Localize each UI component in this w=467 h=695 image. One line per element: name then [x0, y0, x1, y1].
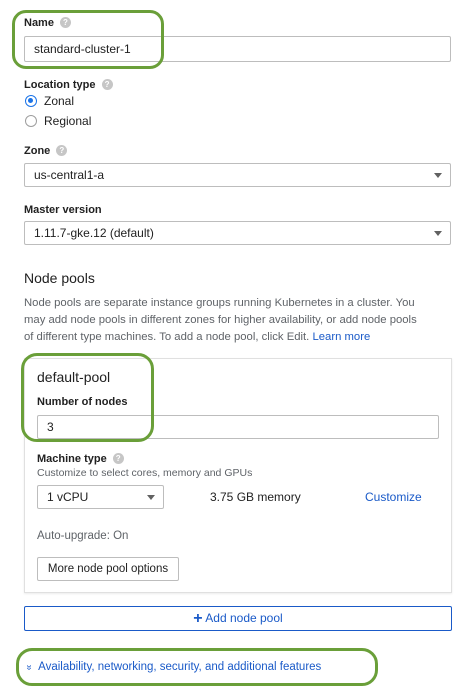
- highlight-ring: [21, 353, 154, 442]
- learn-more-link[interactable]: Learn more: [312, 331, 370, 343]
- master-version-select-value: 1.11.7-gke.12 (default): [34, 226, 154, 240]
- highlight-ring: [16, 648, 378, 686]
- machine-type-hint: Customize to select cores, memory and GP…: [37, 467, 253, 479]
- customize-link[interactable]: Customize: [365, 490, 422, 504]
- zone-label: Zone?: [24, 145, 68, 157]
- radio-regional[interactable]: [25, 115, 37, 127]
- master-version-label: Master version: [24, 204, 102, 216]
- dropdown-caret-icon: [434, 231, 442, 236]
- radio-regional-label[interactable]: Regional: [44, 114, 91, 128]
- machine-type-label: Machine type?: [37, 453, 124, 465]
- plus-icon: +: [193, 610, 203, 627]
- node-pools-description-line: may add node pools in different zones fo…: [24, 314, 417, 326]
- help-icon[interactable]: ?: [56, 145, 68, 156]
- add-node-pool-button[interactable]: + Add node pool: [24, 606, 452, 631]
- node-pools-description-line: Node pools are separate instance groups …: [24, 297, 415, 309]
- dropdown-caret-icon: [434, 173, 442, 178]
- radio-zonal[interactable]: [25, 95, 37, 107]
- add-node-pool-label: Add node pool: [205, 611, 283, 625]
- memory-text: 3.75 GB memory: [210, 490, 301, 504]
- master-version-select[interactable]: 1.11.7-gke.12 (default): [24, 221, 451, 245]
- auto-upgrade-status: Auto-upgrade: On: [37, 530, 129, 542]
- location-type-label: Location type?: [24, 79, 113, 91]
- help-icon[interactable]: ?: [101, 79, 113, 90]
- node-pools-description-line: of different type machines. To add a nod…: [24, 331, 310, 343]
- zone-select-value: us-central1-a: [34, 168, 105, 182]
- help-icon[interactable]: ?: [112, 453, 124, 464]
- node-pools-heading: Node pools: [24, 270, 95, 286]
- radio-zonal-label[interactable]: Zonal: [44, 94, 74, 108]
- node-pools-description: Node pools are separate instance groups …: [24, 295, 464, 346]
- zone-select[interactable]: us-central1-a: [24, 163, 451, 187]
- more-node-pool-options-button[interactable]: More node pool options: [37, 557, 179, 581]
- dropdown-caret-icon: [147, 495, 155, 500]
- highlight-ring: [12, 10, 164, 69]
- machine-type-select-value: 1 vCPU: [47, 490, 89, 504]
- machine-type-select[interactable]: 1 vCPU: [37, 485, 164, 509]
